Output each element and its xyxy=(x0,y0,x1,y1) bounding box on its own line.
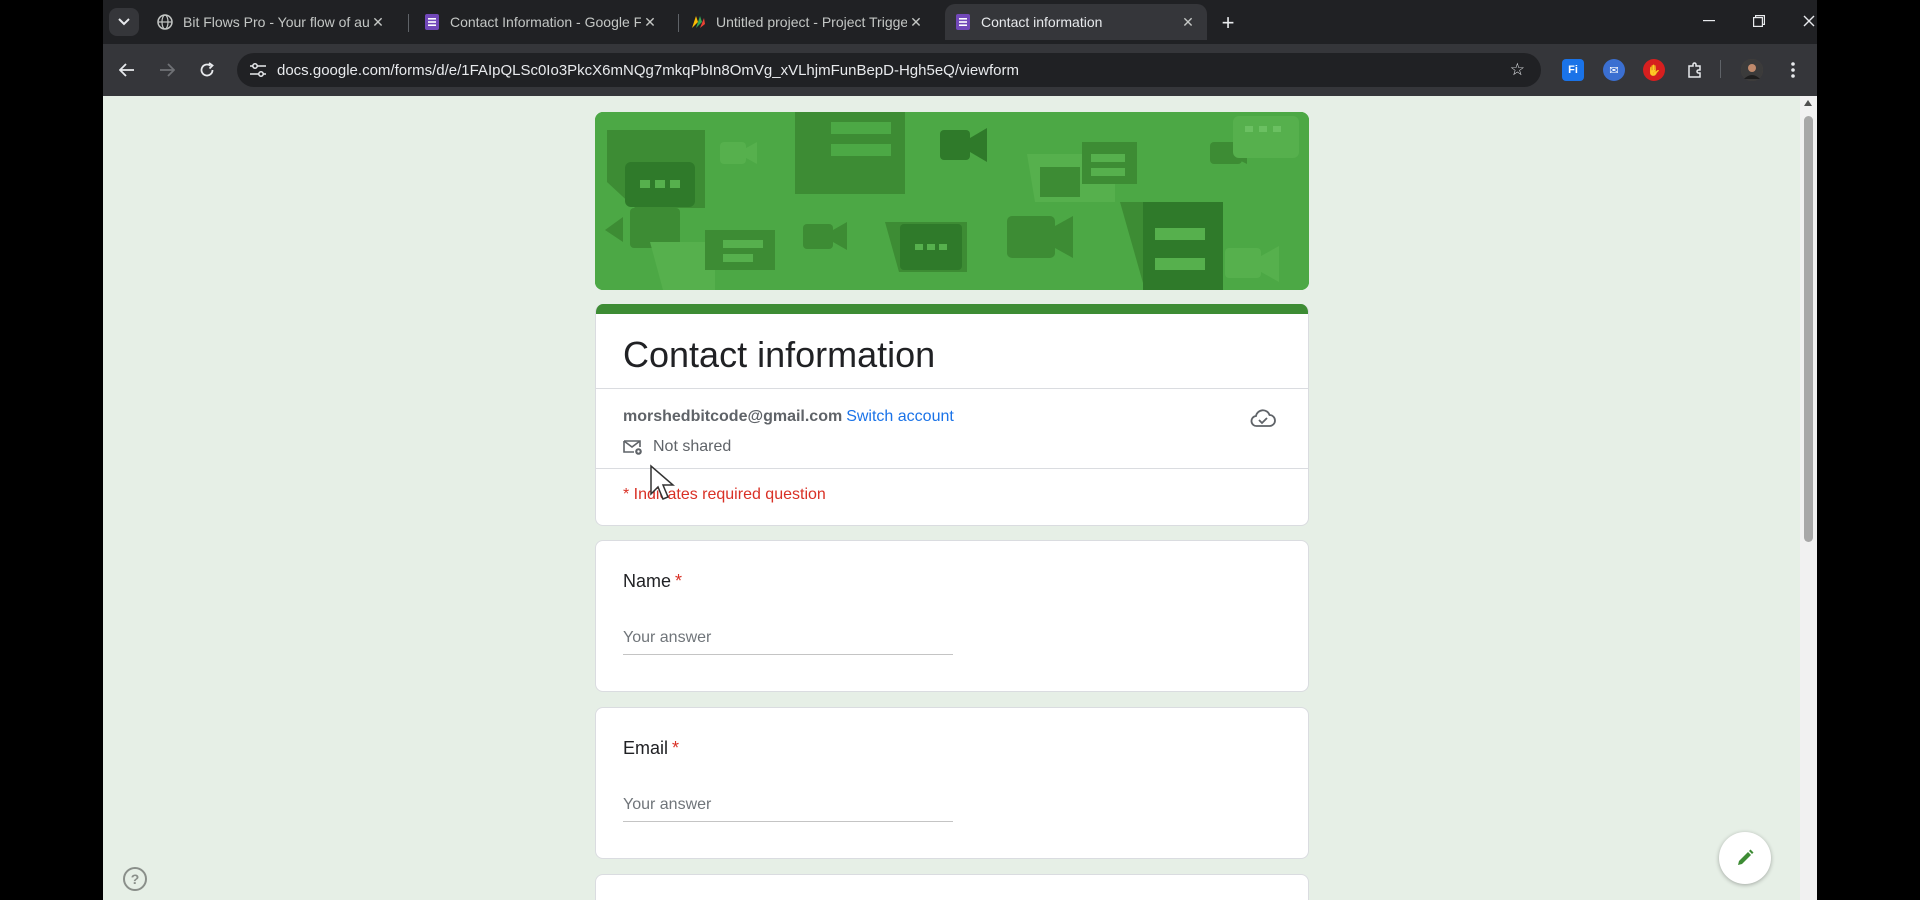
tab-bit-flows[interactable]: Bit Flows Pro - Your flow of automation … xyxy=(147,4,397,40)
tab-contact-forms[interactable]: Contact Information - Google Forms ✕ xyxy=(414,4,669,40)
tab-project-trigger[interactable]: Untitled project - Project Trigger ✕ xyxy=(680,4,935,40)
page-content: Contact information morshedbitcode@gmail… xyxy=(103,96,1800,900)
switch-account-link[interactable]: Switch account xyxy=(846,408,954,425)
edit-form-button[interactable] xyxy=(1719,832,1771,884)
mouse-cursor-icon xyxy=(649,464,676,507)
form-title: Contact information xyxy=(623,334,936,375)
restore-icon xyxy=(1753,15,1765,27)
address-bar[interactable]: docs.google.com/forms/d/e/1FAIpQLSc0Io3P… xyxy=(237,53,1541,87)
not-shared-text: Not shared xyxy=(653,438,732,455)
minimize-button[interactable] xyxy=(1689,6,1729,36)
theme-accent-bar xyxy=(596,304,1308,314)
extension-label: ✉ xyxy=(1609,64,1619,77)
tab-contact-information[interactable]: Contact information ✕ xyxy=(945,4,1207,40)
account-email: morshedbitcode@gmail.com xyxy=(623,408,843,425)
question-card-name: Name * Your answer xyxy=(595,540,1309,692)
email-input[interactable]: Your answer xyxy=(623,796,953,822)
close-tab-icon[interactable]: ✕ xyxy=(1179,14,1197,31)
required-asterisk: * xyxy=(675,571,683,591)
question-card-email: Email * Your answer xyxy=(595,707,1309,859)
help-icon[interactable]: ? xyxy=(123,867,147,891)
form-title-card: Contact information morshedbitcode@gmail… xyxy=(595,304,1309,526)
question-card-next xyxy=(595,874,1309,900)
google-forms-icon xyxy=(424,14,440,30)
site-settings-icon[interactable] xyxy=(241,63,275,77)
tab-strip: Bit Flows Pro - Your flow of automation … xyxy=(103,0,1817,44)
globe-icon xyxy=(157,14,173,30)
back-button[interactable] xyxy=(113,56,141,84)
mail-settings-icon xyxy=(623,440,642,455)
question-label: Name * xyxy=(623,571,682,592)
close-tab-icon[interactable]: ✕ xyxy=(369,14,387,31)
cloud-saved-icon[interactable] xyxy=(1250,408,1276,433)
page-scrollbar[interactable] xyxy=(1800,96,1817,900)
url-text: docs.google.com/forms/d/e/1FAIpQLSc0Io3P… xyxy=(277,61,1020,79)
close-tab-icon[interactable]: ✕ xyxy=(641,14,659,31)
more-vertical-icon xyxy=(1791,62,1795,78)
app-logo-icon xyxy=(690,14,706,30)
extension-icon-3[interactable]: ✋ xyxy=(1643,59,1665,81)
extension-label: Fi xyxy=(1568,64,1578,76)
extension-icon-2[interactable]: ✉ xyxy=(1603,59,1625,81)
question-title: Name xyxy=(623,571,672,591)
tab-search-button[interactable] xyxy=(109,8,139,36)
restore-button[interactable] xyxy=(1739,6,1779,36)
reload-button[interactable] xyxy=(193,56,221,84)
minimize-icon xyxy=(1703,20,1715,22)
fi-extension-icon[interactable]: Fi xyxy=(1562,59,1584,81)
close-window-button[interactable] xyxy=(1789,6,1817,36)
chat-pattern-illustration xyxy=(595,112,1309,290)
tab-title: Untitled project - Project Trigger xyxy=(716,14,907,30)
browser-menu-button[interactable] xyxy=(1779,56,1807,84)
tab-title: Contact information xyxy=(981,14,1103,30)
tab-separator xyxy=(408,14,409,32)
toolbar-separator xyxy=(1720,60,1721,78)
account-info: morshedbitcode@gmail.com Switch account xyxy=(623,408,954,426)
tab-title: Bit Flows Pro - Your flow of automation xyxy=(183,14,369,30)
divider xyxy=(596,468,1308,469)
forward-button[interactable] xyxy=(153,56,181,84)
new-tab-button[interactable]: + xyxy=(1215,10,1241,36)
close-tab-icon[interactable]: ✕ xyxy=(907,14,925,31)
browser-window: Bit Flows Pro - Your flow of automation … xyxy=(103,0,1817,900)
close-icon xyxy=(1803,15,1815,27)
pencil-icon xyxy=(1738,849,1754,865)
google-forms-icon xyxy=(955,14,971,30)
tab-title: Contact Information - Google Forms xyxy=(450,14,641,30)
form-header-banner xyxy=(595,112,1309,290)
required-asterisk: * xyxy=(672,738,680,758)
question-title: Email xyxy=(623,738,669,758)
reload-icon xyxy=(200,62,214,77)
arrow-left-icon xyxy=(119,63,134,77)
not-shared-status: Not shared xyxy=(623,438,731,456)
extensions-puzzle-icon[interactable] xyxy=(1684,59,1706,81)
browser-toolbar: docs.google.com/forms/d/e/1FAIpQLSc0Io3P… xyxy=(103,44,1817,96)
chevron-down-icon xyxy=(118,18,130,26)
divider xyxy=(596,388,1308,389)
arrow-right-icon xyxy=(160,63,175,77)
bookmark-star-icon[interactable]: ☆ xyxy=(1510,60,1525,80)
scroll-up-arrow-icon[interactable] xyxy=(1804,100,1812,106)
tab-separator xyxy=(678,14,679,32)
question-label: Email * xyxy=(623,738,679,759)
profile-avatar[interactable] xyxy=(1741,59,1763,81)
name-input[interactable]: Your answer xyxy=(623,629,953,655)
extension-label: ✋ xyxy=(1647,64,1661,77)
scroll-thumb[interactable] xyxy=(1804,116,1813,542)
